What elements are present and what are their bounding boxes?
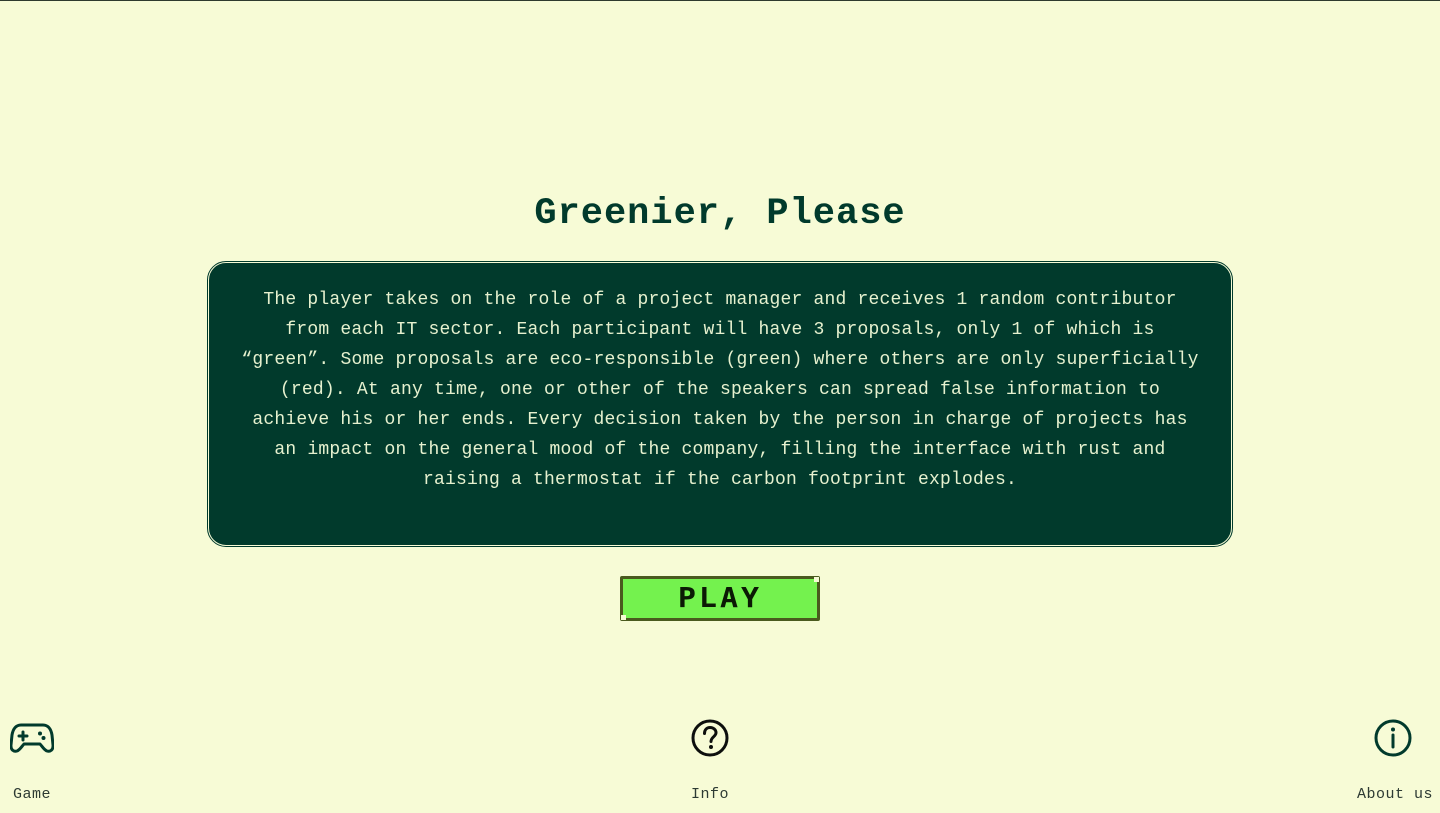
page-title: Greenier, Please <box>534 193 906 235</box>
nav-label-about-us: About us <box>1357 786 1434 803</box>
description-text: The player takes on the role of a projec… <box>241 290 1199 490</box>
info-circle-icon <box>1371 716 1415 760</box>
description-panel: The player takes on the role of a projec… <box>207 261 1233 547</box>
top-divider <box>0 0 1440 1</box>
nav-item-about-us[interactable]: About us <box>1357 716 1433 804</box>
question-circle-icon <box>688 716 732 760</box>
nav-item-game[interactable]: Game <box>10 716 54 804</box>
nav-item-info[interactable]: Info <box>688 716 732 804</box>
nav-label-info: Info <box>690 786 729 803</box>
play-button[interactable]: PLAY <box>620 576 820 621</box>
play-button-corner <box>621 615 626 620</box>
play-button-label: PLAY <box>677 582 763 615</box>
nav-label-game: Game <box>12 786 51 803</box>
gamepad-icon <box>10 716 54 760</box>
play-button-corner <box>814 577 819 582</box>
